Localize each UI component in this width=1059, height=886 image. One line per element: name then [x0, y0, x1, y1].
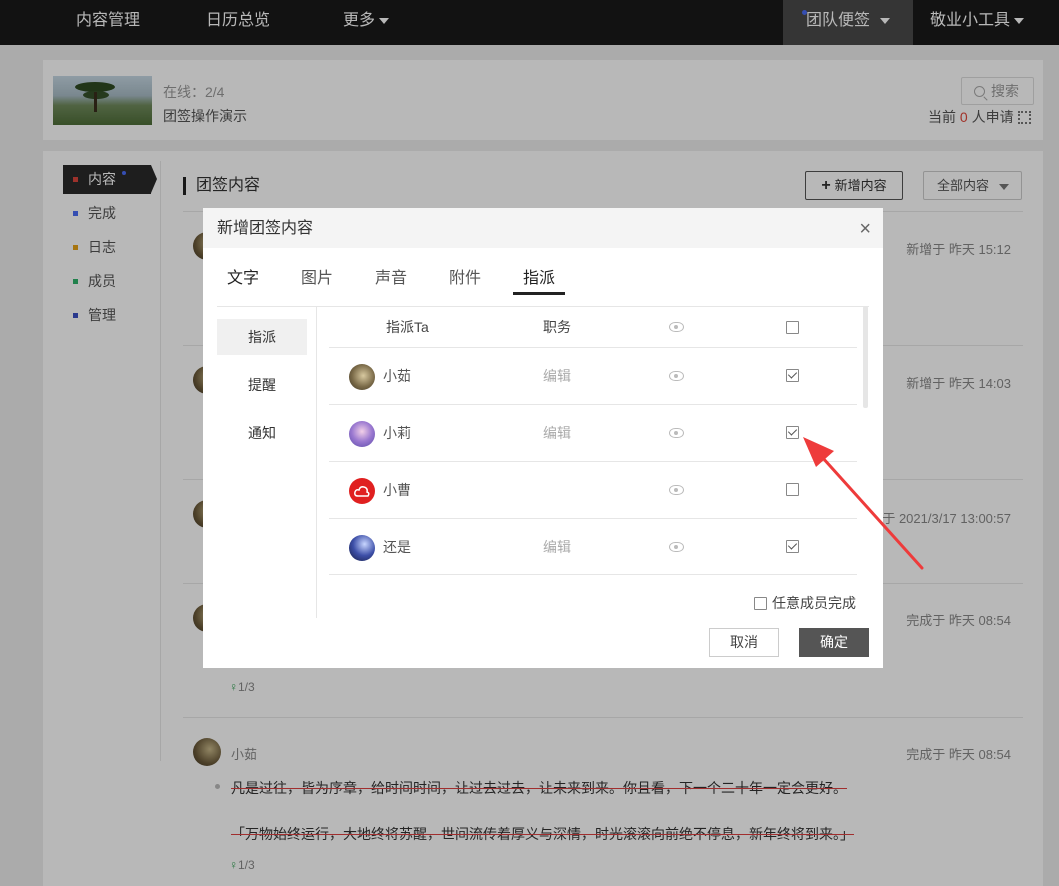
annotation-arrow [803, 437, 924, 570]
